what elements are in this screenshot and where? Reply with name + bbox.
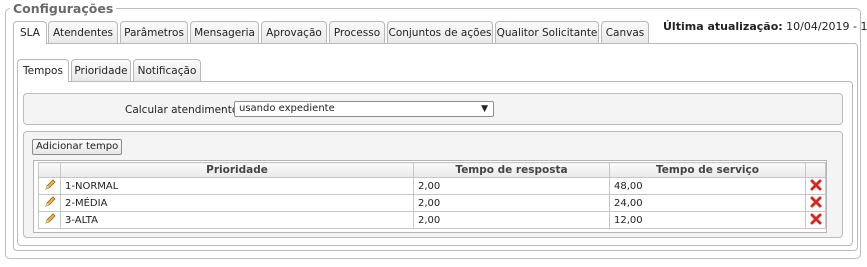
cell-tempo-resposta: 2,00 (413, 194, 610, 212)
pencil-icon[interactable] (44, 178, 56, 191)
tab-aprovacao[interactable]: Aprovação (261, 21, 327, 43)
delete-cell[interactable] (805, 194, 826, 212)
tab-qualitor-solicitante[interactable]: Qualitor Solicitante (495, 21, 599, 43)
last-update: Última atualização: 10/04/2019 - 16:05 (663, 20, 867, 33)
tab-parametros[interactable]: Parâmetros (120, 21, 188, 43)
fieldset-legend: Configurações (10, 1, 117, 16)
tab-mensageria[interactable]: Mensageria (190, 21, 259, 43)
edit-cell[interactable] (38, 177, 61, 195)
delete-cell[interactable] (805, 177, 826, 195)
table-row[interactable]: 3-ALTA 2,00 12,00 (38, 211, 826, 229)
cell-tempo-resposta: 2,00 (413, 177, 610, 195)
edit-cell[interactable] (38, 211, 61, 229)
subtab-prioridade[interactable]: Prioridade (71, 59, 131, 81)
header-delete-col (805, 162, 826, 178)
add-time-button[interactable]: Adicionar tempo (32, 139, 123, 155)
header-prioridade[interactable]: Prioridade (60, 162, 414, 178)
triangle-down-icon: ▼ (481, 104, 488, 114)
cell-tempo-resposta: 2,00 (413, 211, 610, 229)
cell-prioridade: 3-ALTA (60, 211, 414, 229)
calc-label: Calcular atendimento : (125, 104, 246, 116)
calc-select[interactable]: usando expediente ▼ (234, 101, 494, 117)
pencil-icon[interactable] (44, 212, 56, 225)
table-row[interactable]: 1-NORMAL 2,00 48,00 (38, 177, 826, 195)
edit-cell[interactable] (38, 194, 61, 212)
cell-tempo-servico: 48,00 (609, 177, 806, 195)
last-update-value: 10/04/2019 - 16:05 (786, 20, 867, 33)
cell-prioridade: 2-MÉDIA (60, 194, 414, 212)
cell-tempo-servico: 24,00 (609, 194, 806, 212)
tempos-table: Prioridade Tempo de resposta Tempo de se… (38, 162, 826, 229)
tab-processo[interactable]: Processo (329, 21, 385, 43)
tab-atendentes[interactable]: Atendentes (48, 21, 118, 43)
subtab-tempos[interactable]: Tempos (17, 59, 69, 82)
header-tempo-servico[interactable]: Tempo de serviço (609, 162, 806, 178)
pencil-icon[interactable] (44, 195, 56, 208)
delete-x-icon[interactable] (810, 196, 822, 208)
cell-tempo-servico: 12,00 (609, 211, 806, 229)
calc-select-value: usando expediente (239, 103, 335, 114)
subtab-notificacao[interactable]: Notificação (133, 59, 201, 81)
delete-x-icon[interactable] (810, 179, 822, 191)
last-update-label: Última atualização: (663, 20, 783, 33)
table-row[interactable]: 2-MÉDIA 2,00 24,00 (38, 194, 826, 212)
tab-sla[interactable]: SLA (13, 21, 47, 44)
header-tempo-resposta[interactable]: Tempo de resposta (413, 162, 610, 178)
tab-canvas[interactable]: Canvas (601, 21, 649, 43)
cell-prioridade: 1-NORMAL (60, 177, 414, 195)
delete-x-icon[interactable] (810, 213, 822, 225)
delete-cell[interactable] (805, 211, 826, 229)
tab-conjuntos-de-acoes[interactable]: Conjuntos de ações (387, 21, 493, 43)
table-header-row: Prioridade Tempo de resposta Tempo de se… (38, 162, 826, 178)
header-edit-col (38, 162, 61, 178)
